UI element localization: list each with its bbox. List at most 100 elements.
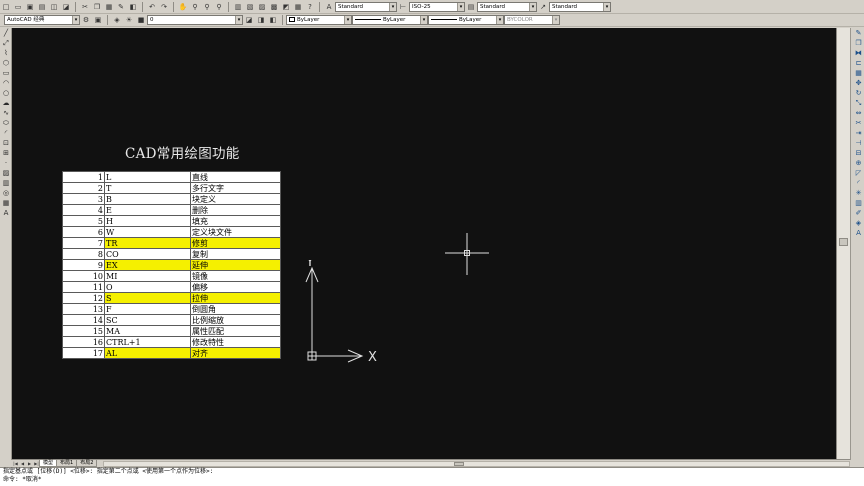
publish-icon[interactable]: ◪ (61, 2, 71, 12)
construction-line-icon[interactable]: ⤢ (1, 39, 11, 48)
next-tab-icon[interactable]: ▶ (26, 461, 33, 467)
tool-palettes-icon[interactable]: ▨ (257, 2, 267, 12)
print-icon[interactable]: ▤ (37, 2, 47, 12)
polyline-icon[interactable]: ⌇ (1, 49, 11, 58)
calculator-icon[interactable]: ▦ (293, 2, 303, 12)
break-icon[interactable]: ⊟ (853, 149, 864, 158)
ellipse-icon[interactable]: ⬭ (1, 119, 11, 128)
match-prop-icon[interactable]: ✎ (116, 2, 126, 12)
move-icon[interactable]: ✥ (853, 79, 864, 88)
redo-icon[interactable]: ↷ (159, 2, 169, 12)
erase-icon[interactable]: ✎ (853, 29, 864, 38)
mirror-icon[interactable]: ⧓ (853, 49, 864, 58)
chamfer-icon[interactable]: ◸ (853, 169, 864, 178)
markup-icon[interactable]: ◩ (281, 2, 291, 12)
dim-style-select[interactable]: ISO-25 ▾ (409, 1, 465, 12)
undo-icon[interactable]: ↶ (147, 2, 157, 12)
ellipse-arc-icon[interactable]: ◜ (1, 129, 11, 138)
layer-states-icon[interactable]: ◧ (268, 15, 278, 25)
hatch-icon[interactable]: ▨ (1, 169, 11, 178)
design-center-icon[interactable]: ▧ (245, 2, 255, 12)
make-block-icon[interactable]: ⊞ (1, 149, 11, 158)
array-icon[interactable]: ▦ (853, 69, 864, 78)
pan-icon[interactable]: ✋ (178, 2, 188, 12)
new-file-icon[interactable]: □ (1, 2, 11, 12)
multiline-text-icon[interactable]: A (1, 209, 11, 218)
rotate-icon[interactable]: ↻ (853, 89, 864, 98)
explode-icon[interactable]: ✳ (853, 189, 864, 198)
layer-previous-icon[interactable]: ◨ (256, 15, 266, 25)
stretch-icon[interactable]: ⇔ (853, 109, 864, 118)
copy-icon[interactable]: ❐ (853, 39, 864, 48)
workspace-settings-icon[interactable]: ⚙ (81, 15, 91, 25)
point-icon[interactable]: · (1, 159, 11, 168)
help-icon[interactable]: ? (305, 2, 315, 12)
open-file-icon[interactable]: ▭ (13, 2, 23, 12)
gradient-icon[interactable]: ▥ (1, 179, 11, 188)
sheet-set-icon[interactable]: ▩ (269, 2, 279, 12)
zoom-realtime-icon[interactable]: ⚲ (190, 2, 200, 12)
layer-properties-icon[interactable]: ◈ (112, 15, 122, 25)
offset-icon[interactable]: ⊏ (853, 59, 864, 68)
region-icon[interactable]: ◎ (1, 189, 11, 198)
table-icon[interactable]: ▦ (1, 199, 11, 208)
tab-model[interactable]: 模型 (39, 460, 58, 467)
block-editor-icon[interactable]: ◧ (128, 2, 138, 12)
layer-lock-icon[interactable]: ■ (136, 15, 146, 25)
properties-icon[interactable]: ▥ (233, 2, 243, 12)
lineweight-select[interactable]: ByLayer ▾ (428, 15, 504, 25)
table-style-icon[interactable]: ▤ (466, 2, 476, 12)
layer-icon[interactable]: ◈ (853, 219, 864, 228)
color-select[interactable]: ByLayer ▾ (286, 15, 352, 25)
zoom-window-icon[interactable]: ⚲ (202, 2, 212, 12)
command-shortcut-table[interactable]: 1 L 直线 2 T 多行文字 3 B 块定义 4 E 删除 5 H 填充 6 W 定义块文件 7 TR 修剪 8 CO 复制… (62, 171, 281, 359)
multileader-style-select[interactable]: Standard ▾ (549, 1, 611, 12)
cut-icon[interactable]: ✂ (80, 2, 90, 12)
insert-block-icon[interactable]: ⊡ (1, 139, 11, 148)
command-prompt-line[interactable]: 命令: *取消* (0, 476, 864, 484)
revcloud-icon[interactable]: ☁ (1, 99, 11, 108)
workspace-save-icon[interactable]: ▣ (93, 15, 103, 25)
vertical-scroll-thumb[interactable] (839, 238, 848, 246)
match-properties-icon[interactable]: ✐ (853, 209, 864, 218)
tab-layout1[interactable]: 布局1 (56, 460, 78, 467)
text-style-icon[interactable]: A (324, 2, 334, 12)
horizontal-scroll-thumb[interactable] (454, 461, 465, 466)
spline-icon[interactable]: ∿ (1, 109, 11, 118)
dim-style-icon[interactable]: ⊢ (398, 2, 408, 12)
properties-icon[interactable]: ▥ (853, 199, 864, 208)
prev-tab-icon[interactable]: ◀ (19, 461, 26, 467)
command-window[interactable]: 指定基点或 [位移(D)] <位移>: 指定第二个点或 <使用第一个点作为位移>… (0, 467, 864, 486)
copy-clip-icon[interactable]: ❐ (92, 2, 102, 12)
arc-icon[interactable]: ◠ (1, 79, 11, 88)
drawing-canvas[interactable]: CAD常用绘图功能 1 L 直线 2 T 多行文字 3 B 块定义 4 E 删除 5 H 填充 6 W 定义块文件… (12, 28, 850, 459)
save-icon[interactable]: ▣ (25, 2, 35, 12)
scale-icon[interactable]: ⤡ (853, 99, 864, 108)
join-icon[interactable]: ⊕ (853, 159, 864, 168)
polygon-icon[interactable]: ⬡ (1, 59, 11, 68)
workspace-select[interactable]: AutoCAD 经典 ▾ (4, 15, 80, 25)
zoom-previous-icon[interactable]: ⚲ (214, 2, 224, 12)
circle-icon[interactable]: ○ (1, 89, 11, 98)
layer-select[interactable]: 0 ▾ (147, 15, 243, 25)
trim-icon[interactable]: ✂ (853, 119, 864, 128)
table-style-select[interactable]: Standard ▾ (477, 1, 537, 12)
make-current-layer-icon[interactable]: ◪ (244, 15, 254, 25)
line-icon[interactable]: ╱ (1, 29, 11, 38)
layer-on-icon[interactable]: ☀ (124, 15, 134, 25)
extend-icon[interactable]: ⇥ (853, 129, 864, 138)
horizontal-scrollbar[interactable] (103, 460, 850, 467)
tab-layout2[interactable]: 布局2 (76, 460, 98, 467)
linetype-select[interactable]: ByLayer ▾ (352, 15, 428, 25)
text-style-select[interactable]: Standard ▾ (335, 1, 397, 12)
vertical-scrollbar[interactable] (836, 28, 850, 459)
rectangle-icon[interactable]: ▭ (1, 69, 11, 78)
drawing-title-text[interactable]: CAD常用绘图功能 (125, 142, 240, 162)
print-preview-icon[interactable]: ◫ (49, 2, 59, 12)
text-style-icon[interactable]: A (853, 229, 864, 238)
fillet-icon[interactable]: ◜ (853, 179, 864, 188)
first-tab-icon[interactable]: |◀ (12, 461, 19, 467)
multileader-style-icon[interactable]: ↗ (538, 2, 548, 12)
break-at-point-icon[interactable]: ⊣ (853, 139, 864, 148)
paste-icon[interactable]: ▦ (104, 2, 114, 12)
